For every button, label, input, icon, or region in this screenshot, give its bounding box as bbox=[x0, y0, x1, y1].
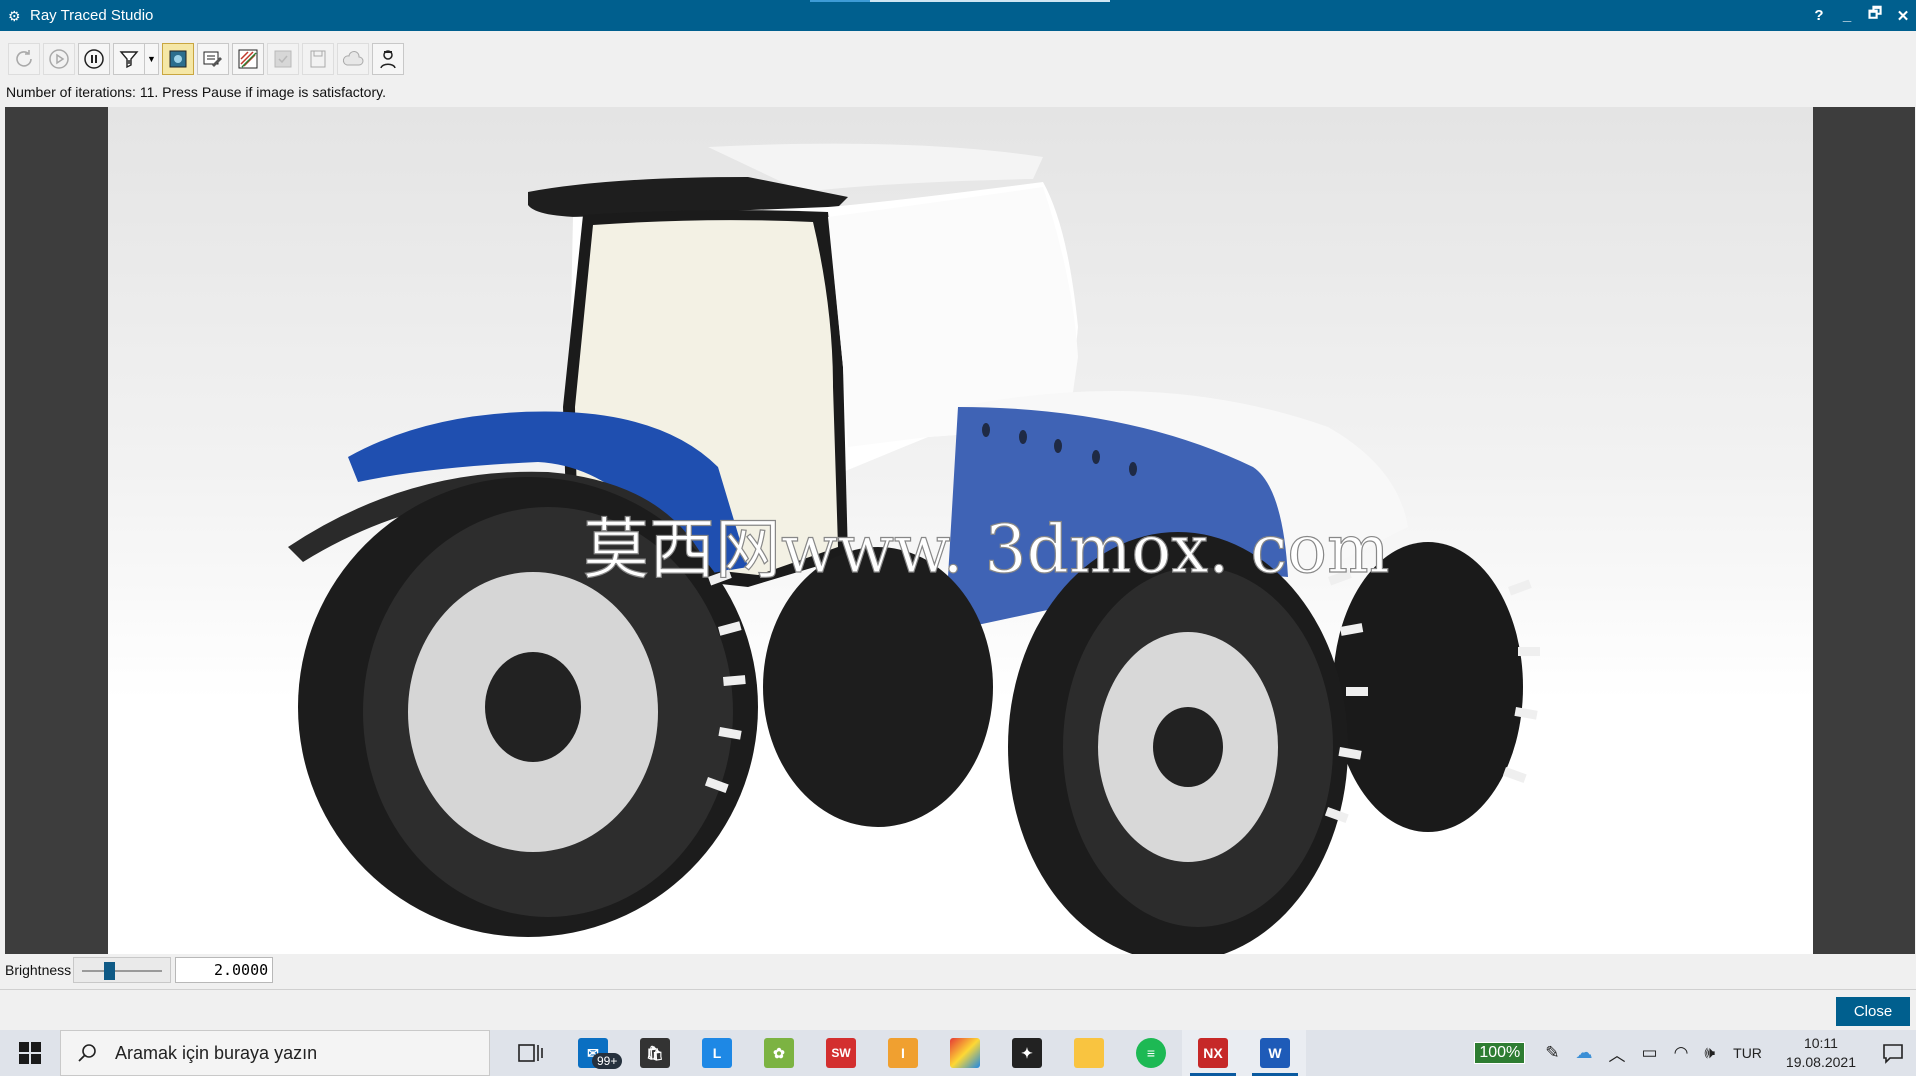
background-button[interactable] bbox=[337, 43, 369, 75]
tractor-render: 莫西网www. 3dmox. com bbox=[288, 143, 1540, 954]
word-icon: W bbox=[1260, 1038, 1290, 1068]
title-bar: ⚙ Ray Traced Studio ? _ 🗗 ✕ bbox=[0, 0, 1916, 31]
toolbar: ▼ bbox=[0, 38, 404, 80]
brightness-control: Brightness 2.0000 bbox=[5, 957, 274, 983]
notification-icon bbox=[1883, 1044, 1903, 1064]
watermark-text: 莫西网www. 3dmox. com bbox=[583, 511, 1390, 588]
slider-track bbox=[82, 970, 163, 972]
l-app[interactable]: L bbox=[686, 1030, 748, 1076]
cloud-icon[interactable]: ☁ bbox=[1576, 1043, 1593, 1063]
nx-app[interactable]: NX bbox=[1182, 1030, 1244, 1076]
start-button[interactable] bbox=[43, 43, 75, 75]
window-title: Ray Traced Studio bbox=[30, 7, 154, 24]
render-viewport: 莫西网www. 3dmox. com bbox=[5, 107, 1915, 954]
pause-button[interactable] bbox=[78, 43, 110, 75]
task-view-icon bbox=[518, 1044, 543, 1062]
taskbar-search-box[interactable]: Aramak için buraya yazın bbox=[60, 1030, 490, 1076]
system-tray: 100% ✎ ☁ ︿ ▭ ◠ 🕪 TUR 10:11 19.08.2021 bbox=[1474, 1030, 1916, 1076]
language-indicator[interactable]: TUR bbox=[1733, 1045, 1762, 1061]
store-app[interactable]: 🛍 bbox=[624, 1030, 686, 1076]
inventor-icon: I bbox=[888, 1038, 918, 1068]
dialog-divider bbox=[0, 989, 1916, 990]
l-app-icon: L bbox=[702, 1038, 732, 1068]
restore-button[interactable]: 🗗 bbox=[1868, 3, 1882, 28]
folder-icon bbox=[1074, 1038, 1104, 1068]
chevron-down-icon[interactable]: ▼ bbox=[145, 43, 159, 75]
window-controls: ? _ 🗗 ✕ bbox=[1812, 0, 1910, 31]
battery-icon[interactable]: ▭ bbox=[1642, 1043, 1658, 1063]
check-icon bbox=[274, 50, 292, 68]
edit-properties-button[interactable] bbox=[232, 43, 264, 75]
brightness-label: Brightness bbox=[5, 962, 72, 978]
clock-time: 10:11 bbox=[1803, 1035, 1838, 1051]
file-explorer-app[interactable] bbox=[1058, 1030, 1120, 1076]
play-icon bbox=[49, 49, 69, 69]
wifi-icon[interactable]: ◠ bbox=[1674, 1043, 1689, 1063]
notification-button[interactable] bbox=[1870, 1030, 1916, 1076]
search-placeholder: Aramak için buraya yazın bbox=[115, 1042, 318, 1063]
refresh-icon bbox=[16, 50, 32, 67]
solidworks-app[interactable]: SW bbox=[810, 1030, 872, 1076]
search-icon bbox=[78, 1044, 96, 1062]
colorful-app[interactable] bbox=[934, 1030, 996, 1076]
camera-button[interactable] bbox=[372, 43, 404, 75]
word-app[interactable]: W bbox=[1244, 1030, 1306, 1076]
windows-logo-icon bbox=[19, 1042, 41, 1064]
colorful-icon bbox=[950, 1038, 980, 1068]
rendered-image: 莫西网www. 3dmox. com bbox=[108, 107, 1813, 954]
catia-icon: ✦ bbox=[1012, 1038, 1042, 1068]
spotify-icon: ≡ bbox=[1136, 1038, 1166, 1068]
person-icon bbox=[380, 50, 396, 69]
close-button[interactable]: Close bbox=[1836, 997, 1910, 1026]
minimize-button[interactable]: _ bbox=[1840, 7, 1854, 24]
mail-badge: 99+ bbox=[592, 1053, 623, 1069]
display-image-button[interactable] bbox=[162, 43, 194, 75]
battery-percent[interactable]: 100% bbox=[1474, 1042, 1526, 1064]
catia-app[interactable]: ✦ bbox=[996, 1030, 1058, 1076]
help-button[interactable]: ? bbox=[1812, 7, 1826, 24]
cloud-icon bbox=[342, 50, 364, 66]
slider-thumb[interactable] bbox=[104, 962, 116, 980]
title-accent-segment bbox=[810, 0, 870, 2]
solidworks-icon: SW bbox=[826, 1038, 856, 1068]
edit-scene-button[interactable] bbox=[197, 43, 229, 75]
brightness-slider[interactable] bbox=[73, 957, 172, 983]
filter-button[interactable] bbox=[113, 43, 145, 75]
filter-split-button[interactable]: ▼ bbox=[113, 43, 159, 75]
apply-button[interactable] bbox=[267, 43, 299, 75]
inventor-app[interactable]: I bbox=[872, 1030, 934, 1076]
clock-date: 19.08.2021 bbox=[1785, 1054, 1856, 1070]
clock[interactable]: 10:11 19.08.2021 bbox=[1786, 1034, 1856, 1072]
store-icon: 🛍 bbox=[640, 1038, 670, 1068]
game-icon: ✿ bbox=[764, 1038, 794, 1068]
game-app[interactable]: ✿ bbox=[748, 1030, 810, 1076]
brightness-value-field[interactable]: 2.0000 bbox=[175, 957, 274, 983]
chevron-up-icon[interactable]: ︿ bbox=[1609, 1041, 1626, 1066]
save-icon bbox=[310, 50, 326, 68]
spotify-app[interactable]: ≡ bbox=[1120, 1030, 1182, 1076]
close-window-button[interactable]: ✕ bbox=[1896, 7, 1910, 25]
pause-icon bbox=[84, 49, 104, 69]
task-view-button[interactable] bbox=[500, 1030, 562, 1076]
volume-icon[interactable]: 🕪 bbox=[1704, 1043, 1715, 1063]
taskbar-apps: ✉ 99+ 🛍 L ✿ SW I ✦ ≡ NX W bbox=[500, 1030, 1306, 1076]
funnel-icon bbox=[119, 51, 139, 69]
pencil-hatch-icon bbox=[238, 49, 258, 69]
mail-app[interactable]: ✉ 99+ bbox=[562, 1030, 624, 1076]
status-message: Number of iterations: 11. Press Pause if… bbox=[6, 84, 386, 100]
image-icon bbox=[169, 50, 187, 68]
pen-icon[interactable]: ✎ bbox=[1545, 1043, 1559, 1063]
edit-scene-icon bbox=[203, 51, 222, 67]
gear-icon: ⚙ bbox=[8, 7, 21, 24]
save-image-button[interactable] bbox=[302, 43, 334, 75]
taskbar: Aramak için buraya yazın ✉ 99+ 🛍 L ✿ SW … bbox=[0, 1030, 1916, 1076]
nx-icon: NX bbox=[1198, 1038, 1228, 1068]
start-button[interactable] bbox=[0, 1030, 60, 1076]
refresh-button[interactable] bbox=[8, 43, 40, 75]
